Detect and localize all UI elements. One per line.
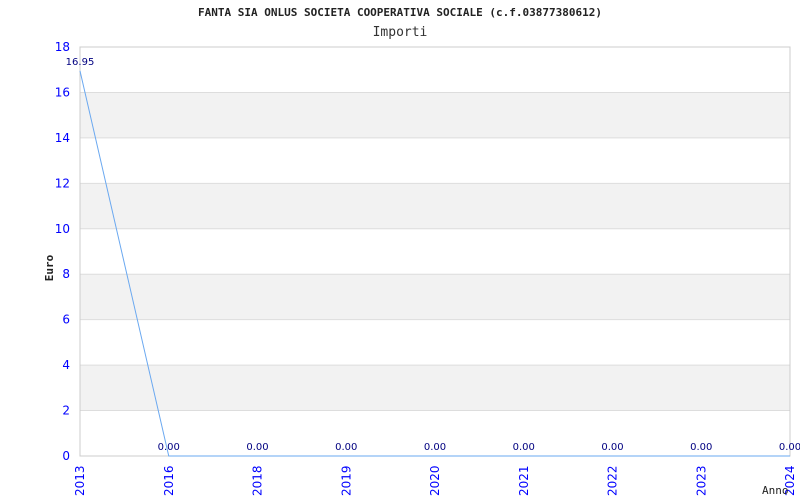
y-tick-label: 18 [55,40,70,54]
x-tick-label: 2020 [428,465,442,496]
data-label: 0.00 [690,442,712,453]
x-tick-label: 2013 [73,465,87,496]
y-tick-label: 10 [55,222,70,236]
grid-band [80,92,790,138]
data-label: 16.95 [66,57,95,68]
y-tick-label: 16 [55,85,70,99]
x-tick-label: 2018 [251,465,265,496]
data-label: 0.00 [158,442,180,453]
y-tick-label: 2 [62,404,70,418]
y-tick-label: 14 [55,131,70,145]
grid-band [80,183,790,229]
x-tick-label: 2019 [339,465,353,496]
line-chart: 0 2 4 6 8 10 12 14 16 18 2013 2016 2018 2019 2020 2021 2… [43,40,800,497]
data-label: 0.00 [335,442,357,453]
x-tick-label: 2016 [162,465,176,496]
y-tick-label: 12 [55,176,70,190]
x-tick-label: 2022 [606,465,620,496]
data-label: 0.00 [601,442,623,453]
data-label: 0.00 [513,442,535,453]
y-tick-label: 4 [62,358,70,372]
data-label: 0.00 [779,442,800,453]
grid-band [80,274,790,320]
data-label: 0.00 [424,442,446,453]
y-axis-label: Euro [43,254,56,281]
x-tick-label: 2021 [517,465,531,496]
data-label: 0.00 [246,442,268,453]
x-axis-label: Anno [762,484,789,497]
grid-band [80,365,790,411]
y-tick-label: 8 [62,267,70,281]
y-tick-label: 0 [62,449,70,463]
y-tick-label: 6 [62,313,70,327]
x-tick-label: 2023 [694,465,708,496]
